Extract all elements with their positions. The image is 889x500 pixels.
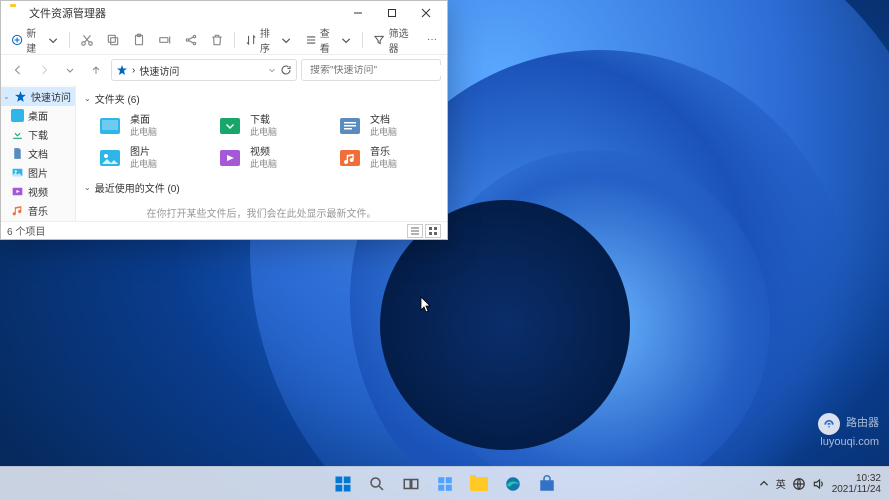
clock[interactable]: 10:32 2021/11/24 bbox=[832, 473, 881, 495]
sort-button[interactable]: 排序 bbox=[241, 23, 297, 57]
star-icon bbox=[116, 64, 128, 76]
folder-name: 视频 bbox=[250, 147, 277, 159]
sidebar-downloads[interactable]: 下载 bbox=[1, 125, 75, 144]
folder-icon bbox=[336, 144, 364, 172]
watermark: 路由器 luyouqi.com bbox=[818, 413, 879, 450]
back-button[interactable] bbox=[7, 59, 29, 81]
search-input[interactable] bbox=[310, 65, 442, 76]
folder-视频[interactable]: 视频此电脑 bbox=[216, 144, 316, 172]
more-button[interactable]: ··· bbox=[423, 32, 441, 47]
view-button[interactable]: 查看 bbox=[301, 23, 357, 57]
refresh-icon[interactable] bbox=[280, 64, 292, 76]
toolbar: 新建 排序 查看 筛选器 ··· bbox=[1, 25, 447, 55]
folder-sub: 此电脑 bbox=[250, 127, 277, 137]
crumb-sep: › bbox=[132, 65, 135, 76]
explorer-icon bbox=[10, 6, 24, 20]
folder-sub: 此电脑 bbox=[130, 159, 157, 169]
folder-桌面[interactable]: 桌面此电脑 bbox=[96, 112, 196, 140]
window-title: 文件资源管理器 bbox=[29, 5, 106, 21]
thumbnails-view-button[interactable] bbox=[425, 224, 441, 238]
close-button[interactable] bbox=[409, 1, 443, 25]
minimize-button[interactable] bbox=[341, 1, 375, 25]
volume-icon[interactable] bbox=[812, 477, 826, 491]
folder-sub: 此电脑 bbox=[250, 159, 277, 169]
rename-button[interactable] bbox=[154, 31, 176, 49]
status-bar: 6 个项目 bbox=[1, 221, 447, 239]
sidebar: ⌄快速访问 桌面 下载 文档 图片 视频 音乐 ›OneDrive ›此电脑 ›… bbox=[1, 85, 76, 221]
folder-sub: 此电脑 bbox=[130, 127, 157, 137]
view-label: 查看 bbox=[320, 25, 337, 55]
sidebar-documents[interactable]: 文档 bbox=[1, 144, 75, 163]
sidebar-quick-access[interactable]: ⌄快速访问 bbox=[1, 87, 75, 106]
sort-label: 排序 bbox=[260, 25, 277, 55]
maximize-button[interactable] bbox=[375, 1, 409, 25]
explorer-taskbar-button[interactable] bbox=[464, 469, 494, 499]
new-button[interactable]: 新建 bbox=[7, 23, 63, 57]
folder-icon bbox=[96, 144, 124, 172]
details-view-button[interactable] bbox=[407, 224, 423, 238]
folder-文档[interactable]: 文档此电脑 bbox=[336, 112, 436, 140]
widgets-button[interactable] bbox=[430, 469, 460, 499]
paste-button[interactable] bbox=[128, 31, 150, 49]
titlebar[interactable]: 文件资源管理器 bbox=[1, 1, 447, 25]
recent-group-header[interactable]: ⌄最近使用的文件 (0) bbox=[84, 178, 439, 197]
forward-button[interactable] bbox=[33, 59, 55, 81]
delete-button[interactable] bbox=[206, 31, 228, 49]
sidebar-pictures[interactable]: 图片 bbox=[1, 163, 75, 182]
content-pane: ⌄文件夹 (6) 桌面此电脑下载此电脑文档此电脑图片此电脑视频此电脑音乐此电脑 … bbox=[76, 85, 447, 221]
folder-icon bbox=[96, 112, 124, 140]
mouse-cursor bbox=[420, 296, 432, 314]
folder-name: 文档 bbox=[370, 115, 397, 127]
filter-button[interactable]: 筛选器 bbox=[369, 23, 419, 57]
chevron-down-icon[interactable] bbox=[268, 66, 276, 74]
sidebar-videos[interactable]: 视频 bbox=[1, 182, 75, 201]
tray-chevron-up-icon[interactable] bbox=[758, 478, 770, 490]
folder-sub: 此电脑 bbox=[370, 159, 397, 169]
search-box[interactable] bbox=[301, 59, 441, 81]
folder-name: 图片 bbox=[130, 147, 157, 159]
copy-button[interactable] bbox=[102, 31, 124, 49]
folder-icon bbox=[336, 112, 364, 140]
watermark-url: luyouqi.com bbox=[818, 435, 879, 450]
folder-name: 桌面 bbox=[130, 115, 157, 127]
folders-group-header[interactable]: ⌄文件夹 (6) bbox=[84, 89, 439, 108]
folder-图片[interactable]: 图片此电脑 bbox=[96, 144, 196, 172]
watermark-brand: 路由器 bbox=[846, 416, 879, 431]
status-text: 6 个项目 bbox=[7, 223, 45, 238]
navbar: › 快速访问 bbox=[1, 55, 447, 85]
folder-音乐[interactable]: 音乐此电脑 bbox=[336, 144, 436, 172]
sidebar-music[interactable]: 音乐 bbox=[1, 201, 75, 220]
cut-button[interactable] bbox=[76, 31, 98, 49]
store-button[interactable] bbox=[532, 469, 562, 499]
router-icon bbox=[818, 413, 840, 435]
up-button[interactable] bbox=[85, 59, 107, 81]
taskbar[interactable]: 英 10:32 2021/11/24 bbox=[0, 466, 889, 500]
filter-label: 筛选器 bbox=[389, 25, 415, 55]
folder-icon bbox=[216, 112, 244, 140]
address-bar[interactable]: › 快速访问 bbox=[111, 59, 297, 81]
search-taskbar-button[interactable] bbox=[362, 469, 392, 499]
folder-下载[interactable]: 下载此电脑 bbox=[216, 112, 316, 140]
recent-empty-text: 在你打开某些文件后，我们会在此处显示最新文件。 bbox=[84, 197, 439, 221]
recent-dropdown[interactable] bbox=[59, 59, 81, 81]
start-button[interactable] bbox=[328, 469, 358, 499]
folder-icon bbox=[216, 144, 244, 172]
folder-name: 音乐 bbox=[370, 147, 397, 159]
taskview-button[interactable] bbox=[396, 469, 426, 499]
folder-sub: 此电脑 bbox=[370, 127, 397, 137]
share-button[interactable] bbox=[180, 31, 202, 49]
file-explorer-window: 文件资源管理器 新建 排序 查看 筛选器 bbox=[0, 0, 448, 240]
new-label: 新建 bbox=[26, 25, 43, 55]
system-tray[interactable]: 英 10:32 2021/11/24 bbox=[750, 473, 889, 495]
sidebar-desktop[interactable]: 桌面 bbox=[1, 106, 75, 125]
crumb-quick-access[interactable]: 快速访问 bbox=[139, 63, 179, 78]
folder-name: 下载 bbox=[250, 115, 277, 127]
ime-indicator[interactable]: 英 bbox=[776, 476, 786, 491]
network-icon[interactable] bbox=[792, 477, 806, 491]
edge-button[interactable] bbox=[498, 469, 528, 499]
